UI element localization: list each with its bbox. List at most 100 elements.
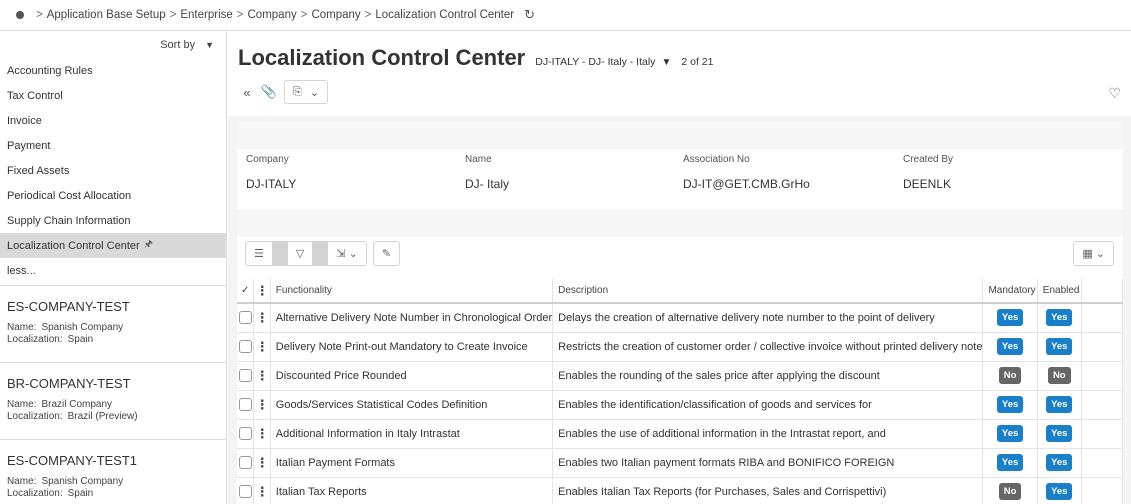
select-all-check-icon[interactable]: ✓ <box>237 279 255 304</box>
table-row[interactable]: ⋮ Alternative Delivery Note Number in Ch… <box>237 303 1124 333</box>
row-checkbox[interactable] <box>237 303 255 333</box>
heart-icon[interactable]: ♡ <box>1108 85 1121 102</box>
cell-description: Enables Italian Tax Reports (for Purchas… <box>552 477 984 504</box>
breadcrumb-item-enterprise[interactable]: Enterprise <box>180 9 232 21</box>
sidebar-item-payment[interactable]: Payment <box>0 133 226 158</box>
record-card-localization: Localization: Brazil (Preview) <box>7 411 138 422</box>
cell-description: Restricts the creation of customer order… <box>552 332 984 362</box>
row-checkbox[interactable] <box>237 419 255 449</box>
table-row[interactable]: ⋮ Delivery Note Print-out Mandatory to C… <box>237 332 1124 362</box>
cell-functionality: Italian Tax Reports <box>270 477 554 504</box>
sort-by-dropdown[interactable]: Sort by ▼ <box>0 31 226 58</box>
cell-filler <box>1081 448 1124 478</box>
row-menu-kebab-icon[interactable]: ⋮ <box>253 448 271 478</box>
column-header-mandatory[interactable]: Mandatory <box>982 279 1038 304</box>
cell-mandatory: No <box>982 477 1038 504</box>
company-value: DJ-ITALY <box>246 177 297 191</box>
mandatory-badge: No <box>998 483 1022 500</box>
row-checkbox[interactable] <box>237 477 255 504</box>
grid-actions-group: ☰ ▽ ⇲ ⌄ <box>245 241 367 266</box>
table-row[interactable]: ⋮ Additional Information in Italy Intras… <box>237 419 1124 449</box>
paperclip-icon[interactable]: 📎 <box>258 81 280 103</box>
row-menu-kebab-icon[interactable]: ⋮ <box>253 477 271 504</box>
column-header-description[interactable]: Description <box>552 279 984 304</box>
export-icon[interactable]: ⇲ ⌄ <box>328 247 366 260</box>
table-row[interactable]: ⋮ Discounted Price Rounded Enables the r… <box>237 361 1124 391</box>
record-card-name: Name: Spanish Company <box>7 322 124 333</box>
breadcrumb-item-company[interactable]: Company <box>248 9 297 21</box>
edit-button[interactable]: ✎ <box>372 241 401 266</box>
cell-filler <box>1081 419 1124 449</box>
table-row[interactable]: ⋮ Italian Tax Reports Enables Italian Ta… <box>237 477 1124 504</box>
column-header-enabled[interactable]: Enabled <box>1037 279 1082 304</box>
cell-enabled: Yes <box>1037 419 1082 449</box>
cell-filler <box>1081 361 1124 391</box>
record-card[interactable]: ES-COMPANY-TEST Name: Spanish Company Loc… <box>0 286 226 363</box>
sidebar-item-accounting-rules[interactable]: Accounting Rules <box>0 58 226 83</box>
row-menu-kebab-icon[interactable]: ⋮ <box>253 419 271 449</box>
record-count: 2 of 21 <box>681 56 714 68</box>
sidebar-item-tax-control[interactable]: Tax Control <box>0 83 226 108</box>
chevron-right-icon: > <box>364 9 372 21</box>
pin-icon[interactable]: 🖈 <box>144 237 153 254</box>
cell-enabled: No <box>1037 361 1082 391</box>
kebab-icon[interactable]: ⋮ <box>253 279 271 304</box>
row-checkbox[interactable] <box>237 390 255 420</box>
row-menu-kebab-icon[interactable]: ⋮ <box>253 303 271 333</box>
page-header: Localization Control Center DJ-ITALY - D… <box>228 31 1131 116</box>
chevron-right-icon: > <box>36 9 43 21</box>
table-row[interactable]: ⋮ Italian Payment Formats Enables two It… <box>237 448 1124 478</box>
panel-band <box>237 209 1123 237</box>
column-header-functionality[interactable]: Functionality <box>270 279 554 304</box>
row-checkbox[interactable] <box>237 448 255 478</box>
created-by-label: Created By <box>903 154 954 165</box>
row-checkbox[interactable] <box>237 332 255 362</box>
table-icon: ▦ ⌄ <box>1082 248 1105 260</box>
sidebar-item-localization-control-center[interactable]: Localization Control Center 🖈 <box>0 233 226 258</box>
record-context[interactable]: DJ-ITALY - DJ- Italy - Italy <box>535 56 655 68</box>
sort-by-label: Sort by <box>160 38 196 51</box>
sidebar-item-periodical-cost-allocation[interactable]: Periodical Cost Allocation <box>0 183 226 208</box>
record-card-title: ES-COMPANY-TEST1 <box>7 453 138 468</box>
table-row[interactable]: ⋮ Goods/Services Statistical Codes Defin… <box>237 390 1124 420</box>
cell-description: Delays the creation of alternative deliv… <box>552 303 984 333</box>
cell-functionality: Italian Payment Formats <box>270 448 554 478</box>
company-field: Company DJ-ITALY <box>246 154 296 191</box>
row-checkbox[interactable] <box>237 361 255 391</box>
cell-functionality: Discounted Price Rounded <box>270 361 554 391</box>
row-menu-kebab-icon[interactable]: ⋮ <box>253 390 271 420</box>
chevron-down-icon: ⌄ <box>309 86 320 99</box>
sidebar-item-supply-chain-information[interactable]: Supply Chain Information <box>0 208 226 233</box>
cell-mandatory: Yes <box>982 390 1038 420</box>
record-card-name: Name: Brazil Company <box>7 399 113 410</box>
company-label: Company <box>246 154 289 165</box>
breadcrumb-item-company-2[interactable]: Company <box>311 9 360 21</box>
chevron-right-icon: > <box>300 9 308 21</box>
sidebar-item-fixed-assets[interactable]: Fixed Assets <box>0 158 226 183</box>
column-chooser-button[interactable]: ▦ ⌄ <box>1073 241 1114 266</box>
row-menu-kebab-icon[interactable]: ⋮ <box>253 361 271 391</box>
functionality-grid-panel: ☰ ▽ ⇲ ⌄ ✎ ▦ ⌄ ✓ ⋮ Functionality Descript… <box>237 209 1124 504</box>
cell-enabled: Yes <box>1037 332 1082 362</box>
filter-icon[interactable]: ▽ <box>288 247 312 260</box>
row-menu-kebab-icon[interactable]: ⋮ <box>253 332 271 362</box>
record-card[interactable]: ES-COMPANY-TEST1 Name: Spanish Company Lo… <box>0 440 226 504</box>
caret-down-icon[interactable]: ▼ <box>661 57 671 68</box>
panel-band <box>237 121 1123 149</box>
copy-dropdown-button[interactable]: ⎘ ⌄ <box>284 80 329 104</box>
record-card[interactable]: BR-COMPANY-TEST Name: Brazil Company Loca… <box>0 363 226 440</box>
collapse-left-icon[interactable]: « <box>236 81 258 103</box>
cell-filler <box>1081 477 1124 504</box>
list-icon[interactable]: ☰ <box>246 247 272 260</box>
record-card-localization: Localization: Spain <box>7 488 94 499</box>
column-header-filler <box>1081 279 1124 304</box>
refresh-icon[interactable]: ↻ <box>524 7 535 23</box>
home-dot-icon[interactable] <box>16 11 24 19</box>
breadcrumb-item-application-base-setup[interactable]: Application Base Setup <box>47 9 166 21</box>
sidebar-less-link[interactable]: less... <box>0 258 226 283</box>
sidebar-item-invoice[interactable]: Invoice <box>0 108 226 133</box>
cell-mandatory: Yes <box>982 419 1038 449</box>
cell-filler <box>1081 303 1124 333</box>
enabled-badge: Yes <box>1046 309 1073 327</box>
copy-icon: ⎘ <box>293 85 302 98</box>
